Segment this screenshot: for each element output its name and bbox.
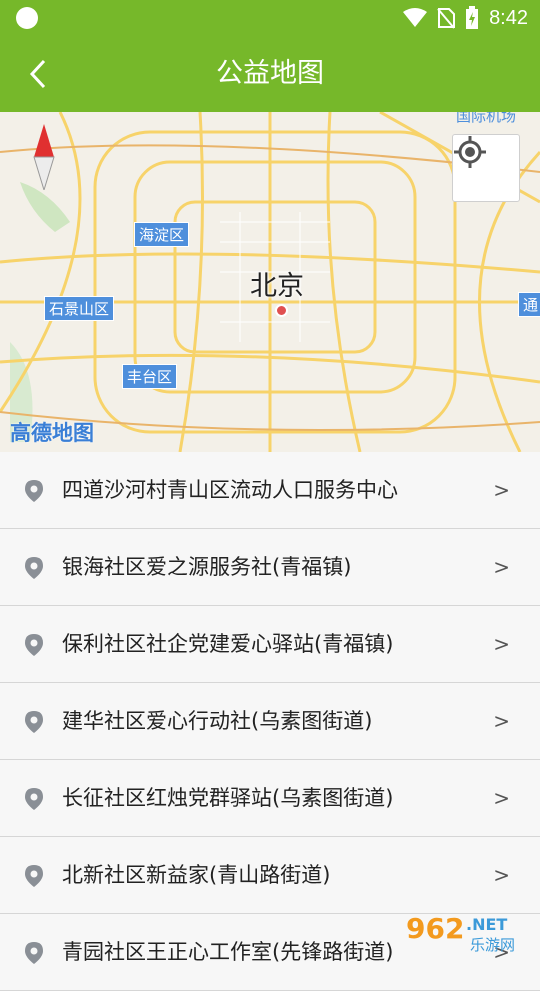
list-item[interactable]: 保利社区社企党建爱心驿站(青福镇) > — [0, 606, 540, 683]
location-pin-icon — [25, 634, 43, 656]
location-pin-icon — [25, 711, 43, 733]
status-time: 8:42 — [489, 6, 528, 29]
list-item-label: 青园社区王正心工作室(先锋路街道) — [62, 940, 394, 964]
list-item[interactable]: 银海社区爱之源服务社(青福镇) > — [0, 529, 540, 606]
list-item-label: 保利社区社企党建爱心驿站(青福镇) — [62, 632, 394, 656]
location-pin-icon — [25, 480, 43, 502]
list-item-label: 长征社区红烛党群驿站(乌素图街道) — [62, 786, 394, 810]
amap-logo: 高德地图 — [10, 421, 94, 445]
location-pin-icon — [25, 942, 43, 964]
watermark-net: .NET — [466, 915, 507, 934]
chevron-right-icon: > — [493, 863, 510, 887]
list-item-label: 四道沙河村青山区流动人口服务中心 — [62, 478, 398, 502]
chevron-right-icon: > — [493, 555, 510, 579]
list-item[interactable]: 北新社区新益家(青山路街道) > — [0, 837, 540, 914]
list-item[interactable]: 建华社区爱心行动社(乌素图街道) > — [0, 683, 540, 760]
city-label: 北京 — [250, 271, 304, 302]
district-label-fengtai: 丰台区 — [122, 364, 178, 389]
list-item-label: 北新社区新益家(青山路街道) — [62, 863, 331, 887]
map-edge-label-airport: 国际机场 — [456, 112, 517, 125]
list-item-label: 银海社区爱之源服务社(青福镇) — [62, 555, 352, 579]
list-item-label: 建华社区爱心行动社(乌素图街道) — [62, 709, 373, 733]
wifi-icon — [403, 8, 428, 27]
compass-icon[interactable] — [32, 124, 56, 190]
list-item[interactable]: 四道沙河村青山区流动人口服务中心 > — [0, 452, 540, 529]
chevron-right-icon: > — [493, 786, 510, 810]
district-label-shijingshan: 石景山区 — [44, 296, 115, 321]
location-pin-icon — [25, 865, 43, 887]
watermark-sub: 乐游网 — [470, 936, 515, 954]
page-title: 公益地图 — [216, 58, 324, 89]
district-label-haidian: 海淀区 — [134, 222, 190, 247]
locate-button[interactable] — [452, 134, 520, 202]
watermark-logo: 962 .NET 乐游网 — [406, 912, 515, 954]
status-bar: 8:42 — [0, 0, 540, 36]
location-pin-icon — [25, 557, 43, 579]
status-icons: 8:42 — [403, 5, 528, 31]
map-edge-label-tong: 通 — [518, 292, 540, 317]
no-sim-icon — [437, 8, 456, 29]
city-marker — [275, 304, 288, 317]
locate-target-icon — [454, 136, 486, 168]
list-item[interactable]: 长征社区红烛党群驿站(乌素图街道) > — [0, 760, 540, 837]
chevron-right-icon: > — [493, 709, 510, 733]
map-view[interactable]: 海淀区 石景山区 丰台区 国际机场 通 北京 高德地图 — [0, 112, 540, 452]
chevron-right-icon: > — [493, 632, 510, 656]
chevron-right-icon: > — [493, 478, 510, 502]
notification-dot-icon — [16, 7, 38, 29]
location-pin-icon — [25, 788, 43, 810]
battery-charging-icon — [466, 6, 479, 29]
watermark-number: 962 — [406, 912, 464, 945]
app-bar: 公益地图 — [0, 36, 540, 112]
